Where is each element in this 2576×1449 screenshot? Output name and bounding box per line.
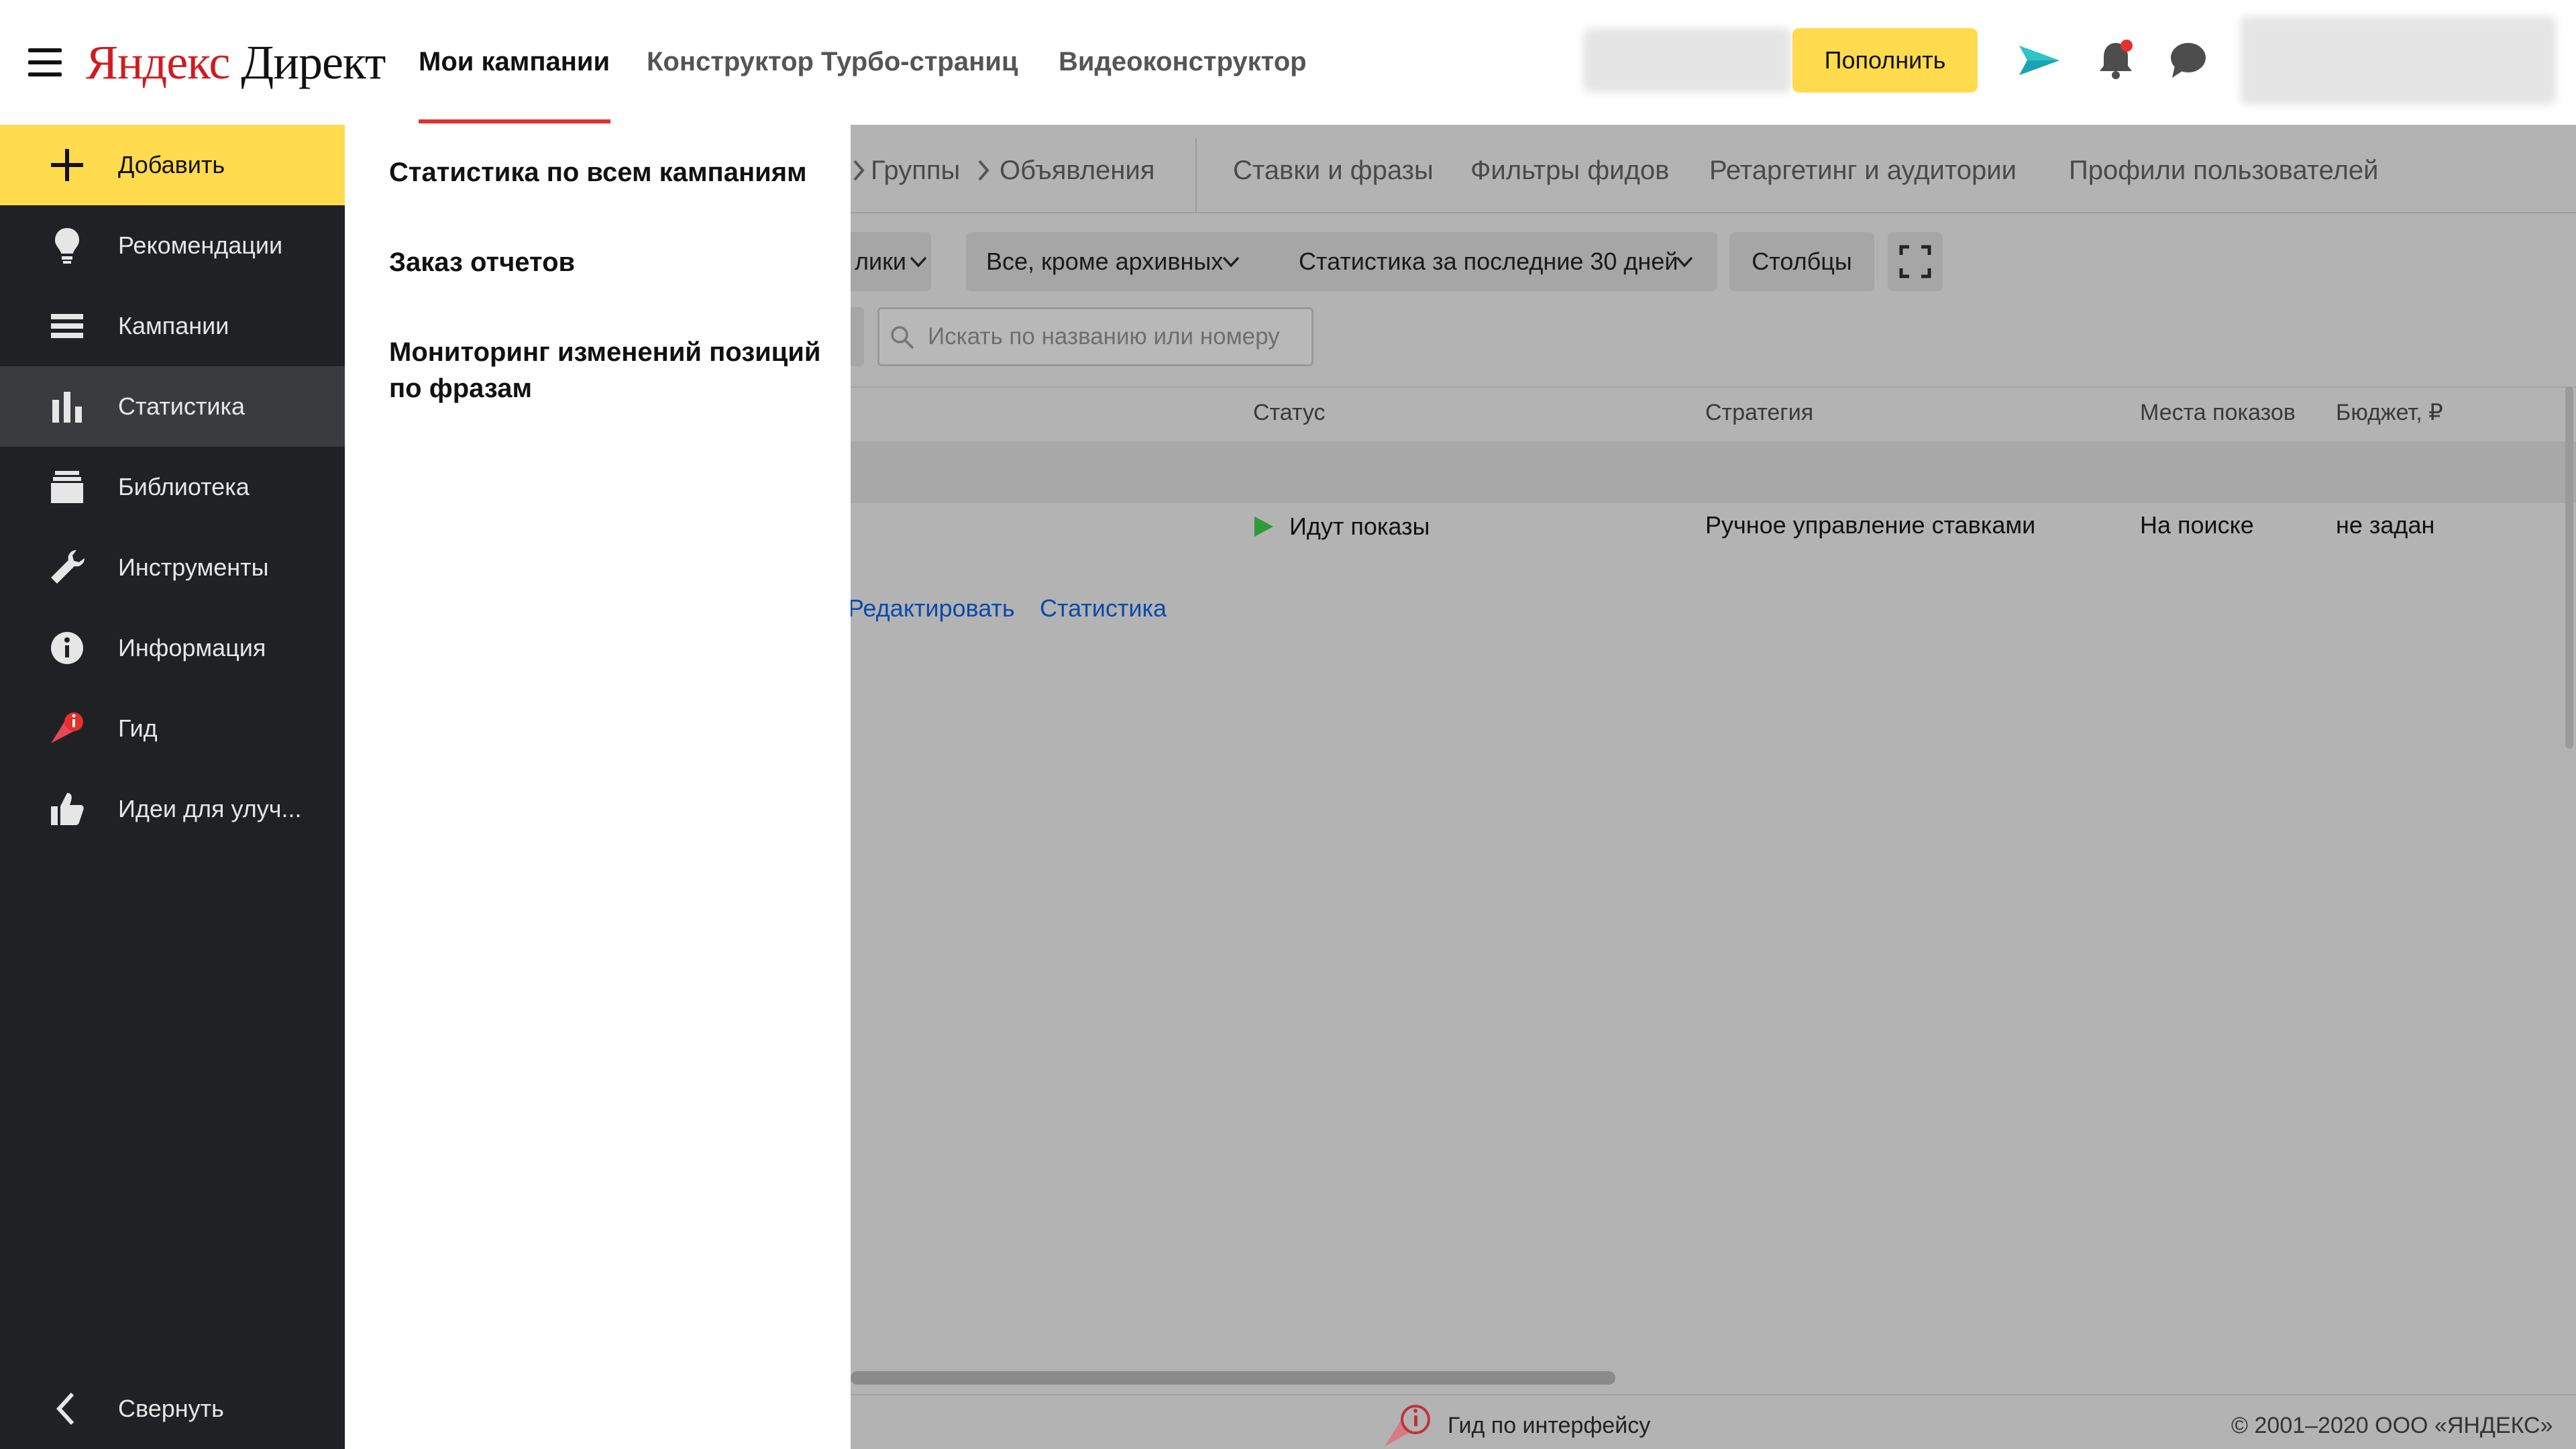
logo-product: Директ xyxy=(241,36,386,89)
dropdown-item-phrase-position-monitoring[interactable]: Мониторинг изменений позиций по фразам xyxy=(389,334,832,407)
chevron-down-icon xyxy=(1676,256,1693,268)
chevron-right-icon xyxy=(978,160,989,181)
dropdown-item-order-reports[interactable]: Заказ отчетов xyxy=(389,244,832,280)
subnav-user-profiles[interactable]: Профили пользователей xyxy=(2069,152,2379,189)
chat-icon[interactable] xyxy=(2164,36,2212,85)
guide-icon xyxy=(1385,1405,1430,1446)
sidebar-item-label: Библиотека xyxy=(118,473,250,500)
divider xyxy=(851,1394,2576,1395)
list-icon xyxy=(51,314,83,338)
send-icon[interactable] xyxy=(2015,36,2063,85)
breadcrumb-ads[interactable]: Объявления xyxy=(1000,152,1155,189)
chevron-down-icon xyxy=(1222,256,1240,268)
statistics-dropdown: Статистика по всем кампаниям Заказ отчет… xyxy=(345,125,851,1449)
tab-my-campaigns[interactable]: Мои кампании xyxy=(419,43,610,80)
sidebar-collapse[interactable]: Свернуть xyxy=(0,1368,345,1449)
divider xyxy=(851,386,2576,388)
guide-link[interactable]: Гид по интерфейсу xyxy=(1448,1409,1650,1442)
period-filter-label: Статистика за последние 30 дней xyxy=(1299,248,1678,275)
account-balance xyxy=(1583,28,1791,93)
divider xyxy=(851,212,2576,213)
copyright: © 2001–2020 ООО «ЯНДЕКС» xyxy=(2231,1413,2553,1438)
strategy-value: Ручное управление ставками xyxy=(1705,511,2036,539)
archive-filter-label: Все, кроме архивных xyxy=(986,248,1224,275)
statistics-link[interactable]: Статистика xyxy=(1040,592,1167,625)
menu-icon[interactable] xyxy=(28,48,62,76)
column-header-strategy[interactable]: Стратегия xyxy=(1705,396,1813,429)
thumbs-up-icon xyxy=(51,793,84,825)
fullscreen-button[interactable] xyxy=(1888,232,1943,291)
user-profile[interactable] xyxy=(2241,16,2556,105)
main-content: Группы Объявления Ставки и фразы Фильтры… xyxy=(851,125,2576,1449)
wrench-icon xyxy=(51,550,85,584)
sidebar-item-add[interactable]: Добавить xyxy=(0,125,345,205)
placement-value: На поиске xyxy=(2140,511,2254,539)
sidebar-item-label: Добавить xyxy=(118,151,225,178)
lightbulb-icon xyxy=(55,228,79,264)
active-tab-underline xyxy=(419,119,610,123)
sidebar-item-recommendations[interactable]: Рекомендации xyxy=(0,205,345,286)
play-status-icon xyxy=(1254,517,1273,537)
guide-icon xyxy=(51,712,83,743)
search-adjacent-button[interactable] xyxy=(851,307,864,366)
columns-button[interactable]: Столбцы xyxy=(1729,232,1874,291)
table-row[interactable]: Идут показы Ручное управление ставками Н… xyxy=(851,507,2576,574)
subnav-retargeting[interactable]: Ретаргетинг и аудитории xyxy=(1709,152,2017,189)
logo-brand: Яндекс xyxy=(86,36,230,89)
chevron-left-icon xyxy=(56,1392,74,1426)
subnav-bids-phrases[interactable]: Ставки и фразы xyxy=(1233,152,1434,189)
filter-partial-label: лики xyxy=(855,248,906,275)
sidebar: Добавить Рекомендации Кампании Статистик… xyxy=(0,125,345,1449)
plus-icon xyxy=(51,149,83,181)
search-placeholder: Искать по названию или номеру xyxy=(928,323,1280,350)
search-icon xyxy=(891,326,914,350)
sidebar-item-label: Идеи для улуч... xyxy=(118,795,302,822)
info-icon xyxy=(51,632,83,664)
bell-icon[interactable] xyxy=(2092,36,2140,85)
bar-chart-icon xyxy=(52,392,82,423)
top-header: Яндекс Директ Мои кампании Конструктор Т… xyxy=(0,0,2576,125)
sidebar-item-label: Кампании xyxy=(118,312,229,339)
sidebar-item-library[interactable]: Библиотека xyxy=(0,447,345,527)
vertical-scrollbar[interactable] xyxy=(2565,386,2573,749)
sidebar-item-label: Инструменты xyxy=(118,553,269,581)
divider xyxy=(1195,138,1197,212)
library-icon xyxy=(51,471,83,503)
status-value: Идут показы xyxy=(1289,513,1430,540)
tab-video-constructor[interactable]: Видеоконструктор xyxy=(1059,43,1307,80)
collapse-label: Свернуть xyxy=(118,1395,224,1422)
horizontal-scrollbar[interactable] xyxy=(851,1371,1615,1385)
sidebar-item-information[interactable]: Информация xyxy=(0,608,345,688)
sidebar-item-guide[interactable]: Гид xyxy=(0,688,345,769)
tab-turbo-constructor[interactable]: Конструктор Турбо-страниц xyxy=(647,43,1018,80)
search-input[interactable]: Искать по названию или номеру xyxy=(877,307,1313,366)
logo[interactable]: Яндекс Директ xyxy=(86,32,386,93)
topup-button[interactable]: Пополнить xyxy=(1792,28,1978,93)
dropdown-item-all-campaigns-stats[interactable]: Статистика по всем кампаниям xyxy=(389,154,832,191)
subnav-feed-filters[interactable]: Фильтры фидов xyxy=(1470,152,1669,189)
fullscreen-icon xyxy=(1899,245,1931,278)
sidebar-item-ideas[interactable]: Идеи для улуч... xyxy=(0,769,345,849)
sidebar-item-label: Информация xyxy=(118,634,266,661)
chevron-right-icon xyxy=(853,160,865,181)
sidebar-item-label: Статистика xyxy=(118,392,246,420)
sidebar-item-statistics[interactable]: Статистика xyxy=(0,366,345,447)
column-header-budget[interactable]: Бюджет, ₽ xyxy=(2336,396,2443,429)
breadcrumb-groups[interactable]: Группы xyxy=(871,152,960,189)
column-header-status[interactable]: Статус xyxy=(1253,396,1325,429)
sidebar-item-label: Гид xyxy=(118,714,158,742)
sidebar-item-tools[interactable]: Инструменты xyxy=(0,527,345,608)
period-filter-button[interactable]: Статистика за последние 30 дней xyxy=(1279,232,1717,291)
table-group-row xyxy=(851,441,2576,503)
budget-value: не задан xyxy=(2336,511,2435,539)
sidebar-item-campaigns[interactable]: Кампании xyxy=(0,286,345,366)
chevron-down-icon xyxy=(910,256,927,268)
sidebar-item-label: Рекомендации xyxy=(118,231,283,259)
column-header-placement[interactable]: Места показов xyxy=(2140,396,2296,429)
edit-link[interactable]: Редактировать xyxy=(851,592,1015,625)
